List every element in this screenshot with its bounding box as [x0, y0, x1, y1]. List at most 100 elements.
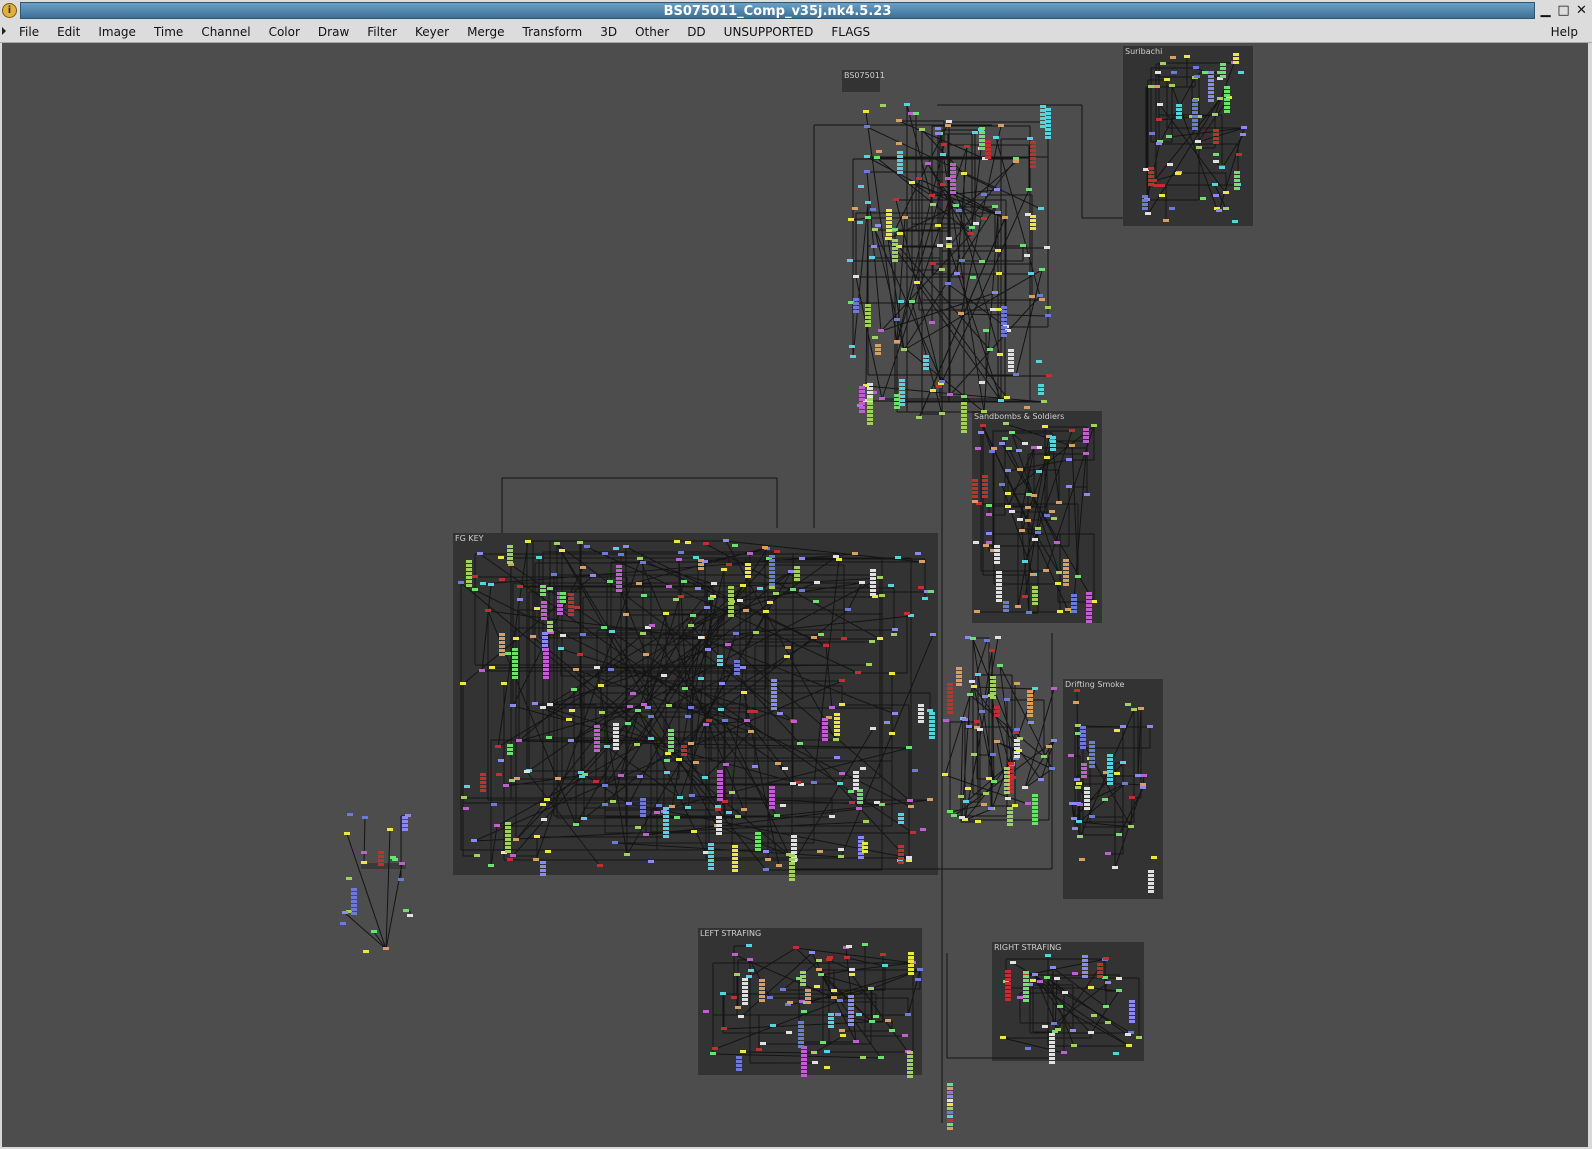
graph-node [875, 348, 881, 351]
wire [1153, 173, 1179, 182]
graph-node [703, 1010, 709, 1013]
menu-file[interactable]: File [10, 21, 48, 43]
graph-node [676, 558, 682, 561]
graph-node [1080, 746, 1086, 749]
wire [852, 202, 869, 358]
graph-node [477, 552, 483, 555]
graph-node [1027, 702, 1033, 705]
graph-node [888, 584, 894, 587]
menu-image[interactable]: Image [89, 21, 145, 43]
graph-node [834, 756, 840, 759]
graph-node [784, 655, 790, 658]
graph-node [848, 1023, 854, 1026]
graph-node [813, 600, 819, 603]
menu-draw[interactable]: Draw [309, 21, 358, 43]
graph-node [1192, 123, 1198, 126]
graph-node [1027, 710, 1033, 713]
node-graph-canvas[interactable]: Suribachi Sandbombs & Soldiers FG KEY Dr… [2, 43, 1588, 1147]
graph-node [1045, 120, 1051, 123]
graph-node [1008, 353, 1014, 356]
graph-node [907, 1063, 913, 1066]
graph-node [1224, 94, 1230, 97]
graph-node [480, 785, 486, 788]
graph-node [947, 683, 953, 686]
graph-node [532, 702, 538, 705]
graph-node [726, 563, 732, 566]
graph-node [584, 545, 590, 548]
graph-node [982, 475, 988, 478]
graph-node [602, 803, 608, 806]
graph-node [1044, 976, 1050, 979]
graph-node [742, 994, 748, 997]
graph-node [1022, 560, 1028, 563]
graph-node [602, 784, 608, 787]
info-icon[interactable]: i [2, 3, 17, 18]
graph-node [510, 704, 516, 707]
menu-flags[interactable]: FLAGS [822, 21, 879, 43]
graph-node [540, 706, 546, 709]
menu-channel[interactable]: Channel [192, 21, 259, 43]
graph-node [342, 911, 348, 914]
graph-node [907, 1055, 913, 1058]
graph-node [799, 589, 805, 592]
menu-edit[interactable]: Edit [48, 21, 89, 43]
wire [714, 969, 921, 1050]
graph-node [822, 722, 828, 725]
menu-merge[interactable]: Merge [458, 21, 513, 43]
graph-node [1234, 175, 1240, 178]
graph-node [717, 655, 723, 658]
graph-node [982, 491, 988, 494]
menu-transform[interactable]: Transform [514, 21, 592, 43]
graph-node [885, 1019, 891, 1022]
close-icon[interactable]: ✕ [1573, 2, 1590, 19]
minimize-icon[interactable]: ▁ [1537, 2, 1554, 19]
graph-node [512, 660, 518, 663]
graph-node [1023, 995, 1029, 998]
graph-node [673, 598, 679, 601]
graph-node [1005, 974, 1011, 977]
menu-bar: File Edit Image Time Channel Color Draw … [0, 21, 1592, 43]
graph-node [853, 783, 859, 786]
graph-node [927, 709, 933, 712]
menu-3d[interactable]: 3D [591, 21, 626, 43]
titlebar-strip[interactable]: BS075011_Comp_v35j.nk4.5.23 [20, 2, 1535, 19]
graph-node [571, 688, 577, 691]
menu-help[interactable]: Help [1551, 21, 1578, 43]
graph-node [892, 243, 898, 246]
menu-keyer[interactable]: Keyer [406, 21, 458, 43]
graph-node [499, 645, 505, 648]
graph-node [625, 722, 631, 725]
graph-node [998, 124, 1004, 127]
maximize-icon[interactable]: □ [1555, 2, 1572, 19]
graph-node [1107, 754, 1113, 757]
graph-node [1045, 132, 1051, 135]
graph-node [708, 843, 714, 846]
menu-unsupported[interactable]: UNSUPPORTED [715, 21, 823, 43]
graph-node [759, 999, 765, 1002]
graph-node [1097, 975, 1103, 978]
menu-time[interactable]: Time [145, 21, 192, 43]
wire [840, 634, 934, 858]
menu-arrow-icon[interactable] [2, 27, 6, 35]
graph-node [733, 632, 739, 635]
menu-dd[interactable]: DD [678, 21, 714, 43]
graph-node [906, 856, 912, 859]
menu-color[interactable]: Color [260, 21, 309, 43]
graph-node [1009, 510, 1015, 513]
graph-node [1023, 975, 1029, 978]
graph-node [853, 787, 859, 790]
menu-filter[interactable]: Filter [358, 21, 406, 43]
node-graph-wires[interactable] [2, 43, 1588, 1147]
menu-other[interactable]: Other [626, 21, 678, 43]
graph-node [947, 711, 953, 714]
graph-node [870, 727, 876, 730]
graph-node [935, 224, 941, 227]
graph-node [990, 753, 996, 756]
graph-node [867, 398, 873, 401]
window-titlebar[interactable]: i BS075011_Comp_v35j.nk4.5.23 ▁ □ ✕ [0, 0, 1592, 21]
graph-node [1102, 798, 1108, 801]
graph-node [996, 595, 1002, 598]
graph-node [755, 840, 761, 843]
graph-node [698, 563, 704, 566]
wire [518, 740, 910, 749]
